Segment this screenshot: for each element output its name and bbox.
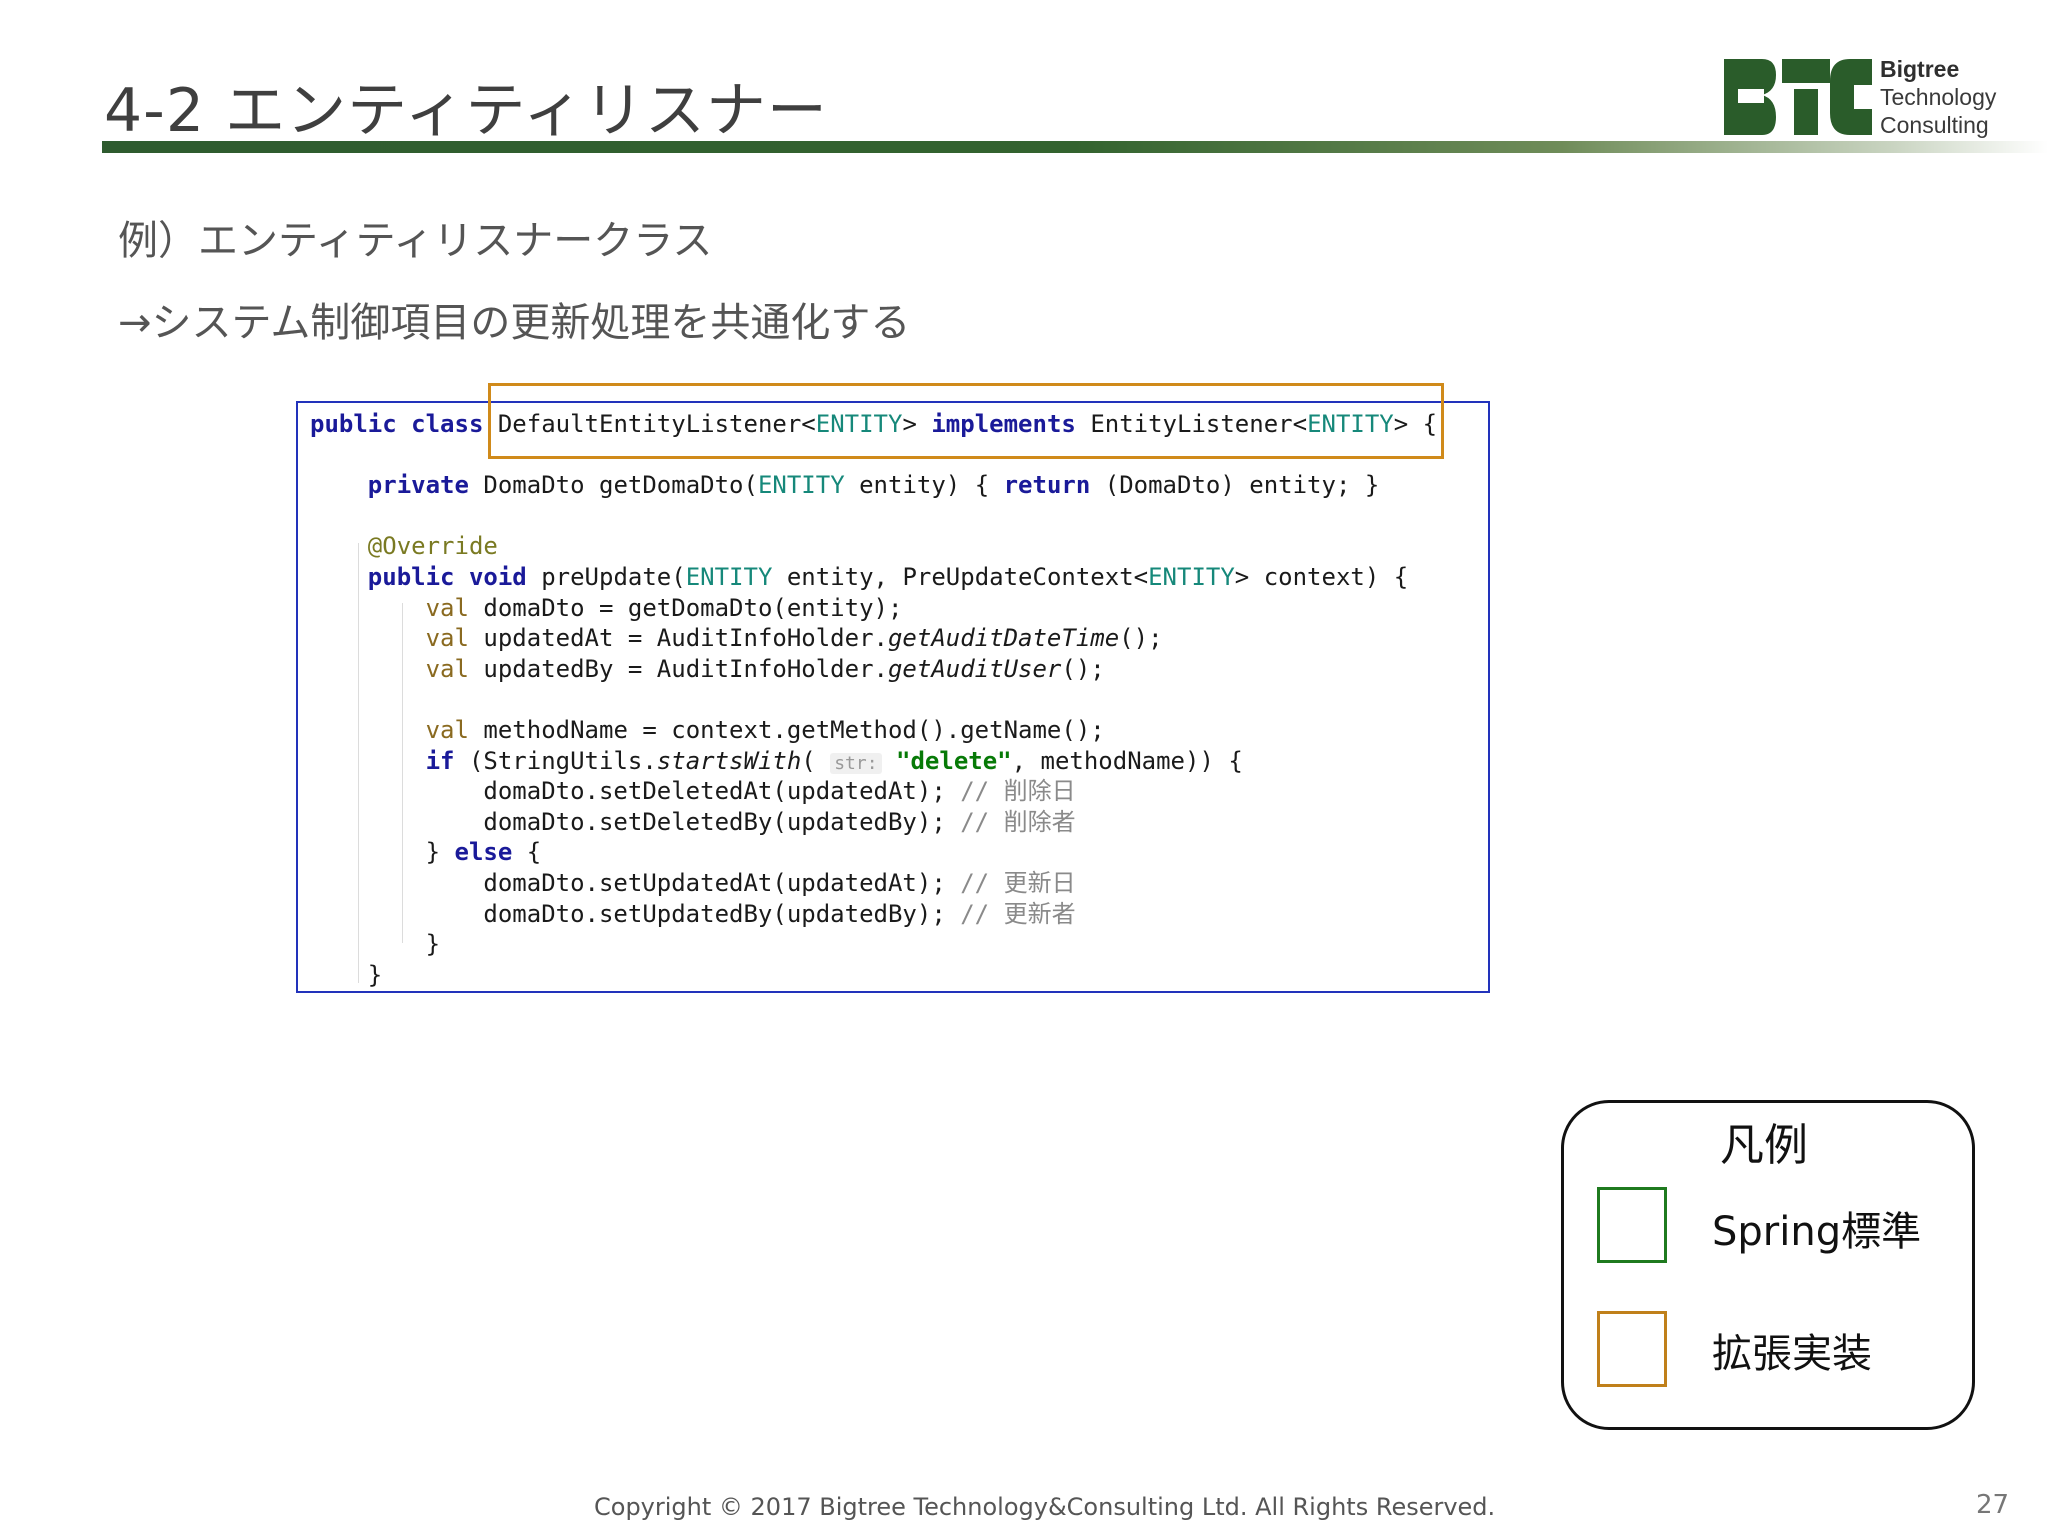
parameter-hint: str:: [830, 752, 882, 774]
slide-title: 4-2 エンティティリスナー: [104, 76, 828, 146]
code-line: }: [425, 930, 441, 959]
logo-text-line2: Technology: [1880, 84, 1997, 110]
copyright-footer: Copyright © 2017 Bigtree Technology&Cons…: [594, 1493, 1496, 1521]
code-line: public void preUpdate(ENTITY entity, Pre…: [367, 562, 1409, 591]
btc-logo-icon: [1724, 59, 1872, 135]
code-line: domaDto.setUpdatedBy(updatedBy); // 更新者: [483, 899, 1076, 928]
code-line: private DomaDto getDomaDto(ENTITY entity…: [367, 471, 1380, 500]
code-line: } else {: [425, 838, 542, 867]
code-line: @Override: [367, 532, 498, 561]
legend-swatch-extension: [1597, 1311, 1667, 1387]
code-line: domaDto.setDeletedAt(updatedAt); // 削除日: [483, 777, 1076, 806]
logo-text-line1: Bigtree: [1880, 56, 1960, 82]
legend: 凡例 Spring標準 拡張実装: [1561, 1100, 1975, 1430]
code-line: val domaDto = getDomaDto(entity);: [425, 593, 903, 622]
page-number: 27: [1976, 1490, 2010, 1520]
subtitle-example: 例）エンティティリスナークラス: [118, 218, 713, 264]
code-line: val updatedAt = AuditInfoHolder.getAudit…: [425, 624, 1163, 653]
code-block: public class DefaultEntityListener<ENTIT…: [310, 409, 1437, 990]
code-line: val methodName = context.getMethod().get…: [425, 715, 1105, 744]
legend-label-spring: Spring標準: [1712, 1209, 1922, 1255]
legend-swatch-spring: [1597, 1187, 1667, 1263]
code-snippet: public class DefaultEntityListener<ENTIT…: [296, 401, 1490, 993]
subtitle-description: →システム制御項目の更新処理を共通化する: [118, 300, 911, 346]
code-line: domaDto.setUpdatedAt(updatedAt); // 更新日: [483, 868, 1076, 897]
extension-highlight-box: [488, 383, 1444, 459]
logo-text-line3: Consulting: [1880, 112, 1989, 138]
code-line: if (StringUtils.startsWith( str: "delete…: [425, 746, 1243, 775]
legend-title: 凡例: [1720, 1120, 1808, 1171]
company-logo: Bigtree Technology Consulting: [1722, 55, 2042, 145]
code-line: }: [367, 960, 383, 989]
code-line: domaDto.setDeletedBy(updatedBy); // 削除者: [483, 807, 1076, 836]
code-line: val updatedBy = AuditInfoHolder.getAudit…: [425, 654, 1105, 683]
legend-label-extension: 拡張実装: [1712, 1331, 1872, 1377]
